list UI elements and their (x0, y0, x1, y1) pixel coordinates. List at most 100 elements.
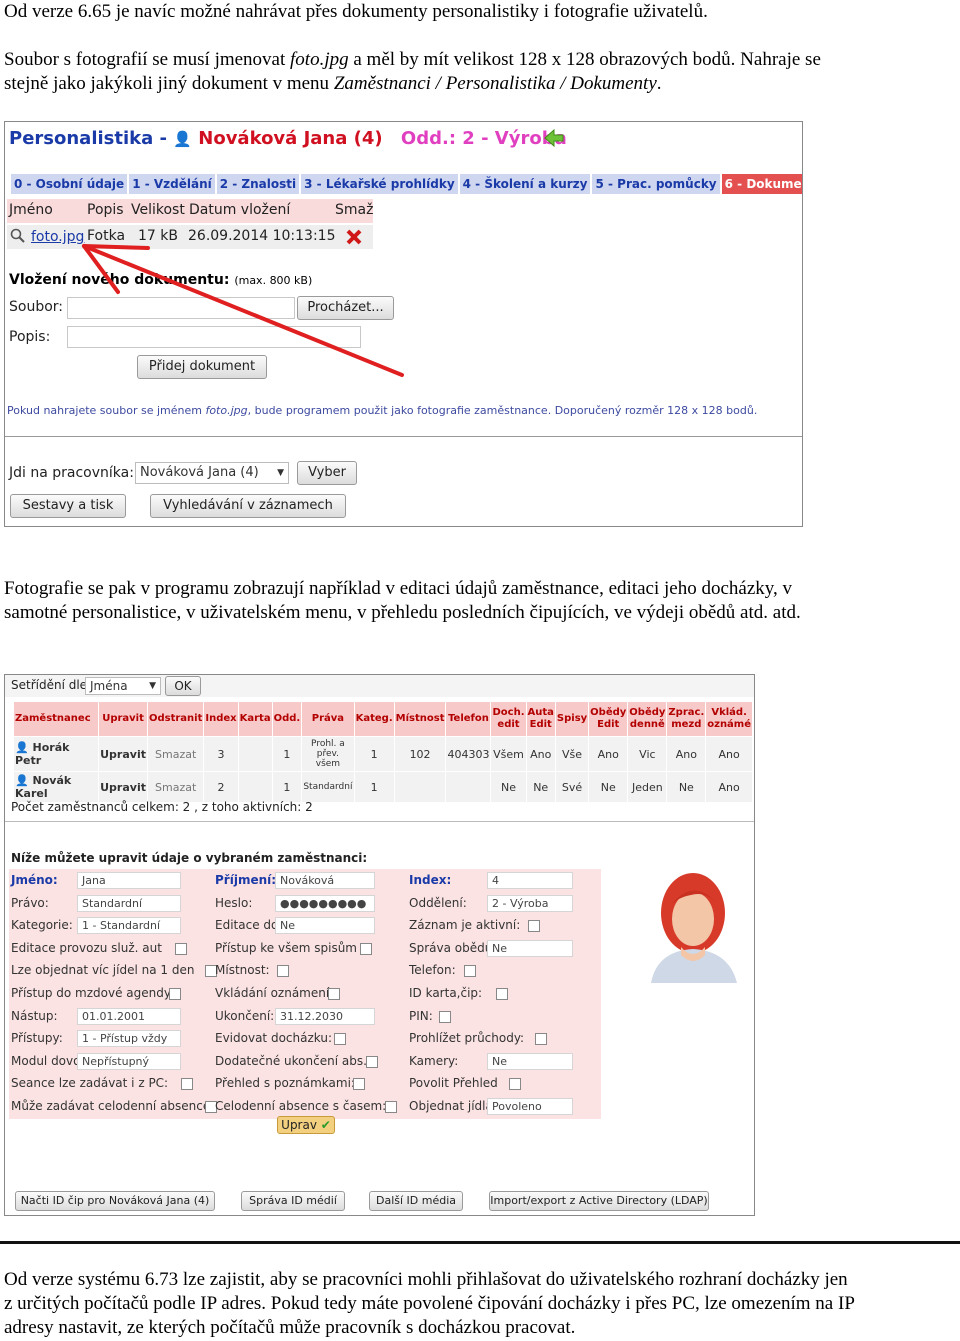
table-row: 👤 Novák Karel Upravit Smazat 2 1 Standar… (12, 771, 753, 803)
employee-name-link[interactable]: 👤 Novák Karel (12, 771, 100, 803)
form-label: Místnost: (215, 963, 270, 977)
form-label: Povolit Přehled (409, 1076, 498, 1090)
checkmark-icon: ✔ (316, 1118, 331, 1132)
form-field[interactable]: Ne (487, 1053, 573, 1070)
form-label: Přístupy: (11, 1031, 63, 1045)
table-row: 👤 Horák Petr Upravit Smazat 3 1 Prohl. a… (12, 736, 753, 772)
checkbox[interactable] (353, 1078, 366, 1090)
cell: Ne (490, 771, 527, 803)
checkbox[interactable] (534, 1033, 547, 1045)
section-separator (0, 1241, 960, 1244)
usage-paragraph: Fotografie se pak v programu zobrazují n… (4, 577, 801, 625)
form-field[interactable]: 01.01.2001 (77, 1008, 181, 1025)
checkbox[interactable] (438, 1011, 451, 1023)
cell: Ano (666, 736, 707, 772)
form-field[interactable]: ●●●●●●●●● (275, 895, 375, 912)
form-label: Heslo: (215, 896, 253, 910)
form-field[interactable]: Nováková (275, 872, 375, 889)
edit-link[interactable]: Upravit (98, 736, 148, 772)
form-field[interactable]: 31.12.2030 (275, 1008, 375, 1025)
cell: Ano (705, 771, 753, 803)
checkbox[interactable] (181, 1078, 194, 1090)
select-button[interactable]: Vyber (297, 461, 357, 485)
th-vklad-oznameni: Vklád. oznámé (705, 701, 753, 737)
checkbox[interactable] (496, 988, 509, 1000)
cell: Ano (525, 736, 556, 772)
employee-photo (643, 871, 743, 987)
form-label: Celodenní absence s časem: (215, 1099, 387, 1113)
form-field[interactable]: Povoleno (487, 1098, 573, 1115)
ldap-import-button[interactable]: Import/export z Active Directory (LDAP) (489, 1191, 709, 1211)
form-field[interactable]: 4 (487, 872, 573, 889)
form-label: Seance lze zadávat i z PC: (11, 1076, 169, 1090)
text-line: z určitých počítačů podle IP adres. Poku… (4, 1293, 855, 1314)
form-label: Kategorie: (11, 918, 73, 932)
th-zprac-mezd: Zprac. mezd (666, 701, 707, 737)
delete-link[interactable]: Smazat (146, 736, 205, 772)
th-zamestnanec: Zaměstnanec (12, 701, 100, 737)
form-label: Objednat jídla: (409, 1099, 497, 1113)
read-chip-button[interactable]: Načti ID čip pro Nováková Jana (4) (15, 1191, 215, 1211)
th-obedy-denne: Obědy denně (627, 701, 668, 737)
text-line: samotné personalistice, v uživatelském m… (4, 602, 801, 623)
text-line: Od verze systému 6.73 lze zajistit, aby … (4, 1269, 848, 1290)
checkbox[interactable] (168, 988, 181, 1000)
cell: 404303 (445, 736, 492, 772)
cell: Ne (525, 771, 556, 803)
checkbox[interactable] (175, 943, 187, 955)
reports-button[interactable]: Sestavy a tisk (10, 494, 126, 518)
form-label: Vkládání oznámení (215, 986, 330, 1000)
form-label: Správa obědů (409, 941, 493, 955)
next-id-media-button[interactable]: Další ID média (369, 1191, 463, 1211)
checkbox[interactable] (334, 1033, 347, 1045)
cell: 2 (203, 771, 239, 803)
form-field[interactable]: 1 - Standardní (77, 917, 181, 934)
employee-name-link[interactable]: 👤 Horák Petr (12, 736, 100, 772)
form-field[interactable]: Ne (487, 940, 573, 957)
form-label: Index: (409, 873, 452, 887)
checkbox[interactable] (509, 1078, 521, 1090)
goto-label: Jdi na pracovníka: (9, 465, 134, 481)
form-field[interactable]: Jana (77, 872, 181, 889)
form-field[interactable]: 1 - Přístup vždy (77, 1030, 181, 1047)
form-field[interactable]: 2 - Výroba (487, 895, 573, 912)
cell: Ne (666, 771, 707, 803)
th-doch-edit: Doch. edit (490, 701, 527, 737)
cell: Standardní (301, 771, 355, 803)
cell: 1 (353, 736, 395, 772)
search-records-button[interactable]: Vyhledávání v záznamech (150, 494, 346, 518)
th-odstranit: Odstranit (146, 701, 205, 737)
cell: 3 (203, 736, 239, 772)
sort-select[interactable]: Jména ▼ (85, 677, 161, 695)
form-field[interactable]: Standardní (77, 895, 181, 912)
employees-screenshot: Setřídění dle: Jména ▼ OK Zaměstnanec Upr… (4, 674, 755, 1216)
th-mistnost: Místnost (393, 701, 447, 737)
form-label: ID karta,čip: (409, 986, 483, 1000)
checkbox[interactable] (366, 1056, 379, 1068)
edit-link[interactable]: Upravit (98, 771, 148, 803)
checkbox[interactable] (359, 943, 372, 955)
cell: Ano (588, 736, 629, 772)
employees-table: Zaměstnanec Upravit Odstranit Index Kart… (12, 701, 753, 803)
sort-ok-button[interactable]: OK (165, 676, 201, 696)
chevron-down-icon: ▼ (277, 468, 284, 478)
id-media-button[interactable]: Správa ID médií (241, 1191, 345, 1211)
checkbox[interactable] (385, 1101, 398, 1113)
th-spisy: Spisy (554, 701, 590, 737)
text-line: Fotografie se pak v programu zobrazují n… (4, 578, 793, 599)
cell (237, 736, 273, 772)
checkbox[interactable] (276, 965, 289, 977)
update-button[interactable]: Uprav ✔ (277, 1116, 335, 1134)
checkbox[interactable] (327, 988, 340, 1000)
form-field[interactable]: Ne (275, 917, 375, 934)
checkbox[interactable] (528, 920, 541, 932)
sort-select-value: Jména (90, 679, 128, 693)
checkbox[interactable] (464, 965, 477, 977)
form-label: Právo: (11, 896, 49, 910)
form-field[interactable]: Nepřístupný (77, 1053, 181, 1070)
cell: Ne (588, 771, 629, 803)
employee-select[interactable]: Nováková Jana (4) ▼ (135, 462, 289, 484)
delete-link[interactable]: Smazat (146, 771, 205, 803)
th-karta: Karta (237, 701, 273, 737)
form-label: Nástup: (11, 1009, 58, 1023)
